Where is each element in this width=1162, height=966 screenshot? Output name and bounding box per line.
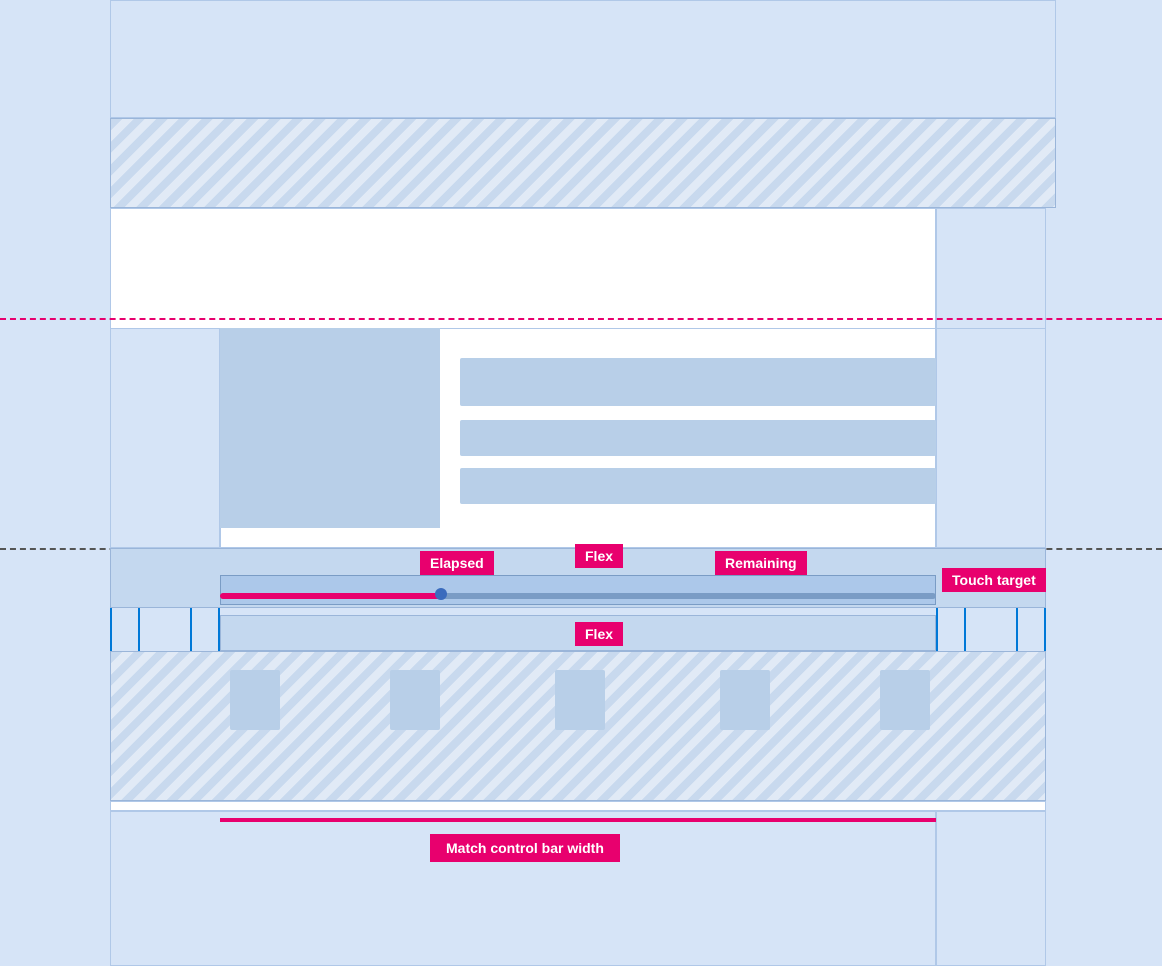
icon-placeholder-5[interactable] — [880, 670, 930, 730]
card-image-placeholder — [220, 328, 440, 528]
match-control-bar — [220, 818, 936, 822]
right-margin-section — [936, 208, 1046, 348]
content-bar-2 — [460, 420, 936, 456]
label-elapsed: Elapsed — [420, 551, 494, 575]
card-left-margin — [110, 328, 220, 548]
bottom-white-bar — [110, 801, 1046, 811]
icon-placeholder-2[interactable] — [390, 670, 440, 730]
pink-dashed-guideline — [0, 318, 1162, 320]
hatched-section-top — [110, 118, 1056, 208]
main-container: E M M E Elapsed Flex Remaining Touch tar… — [0, 0, 1162, 966]
label-flex-bottom: Flex — [575, 622, 623, 646]
content-bar-3 — [460, 468, 936, 504]
progress-thumb[interactable] — [435, 588, 447, 600]
content-bar-1 — [460, 358, 936, 406]
label-touch-target: Touch target — [942, 568, 1046, 592]
white-content-section — [110, 208, 936, 348]
top-section — [110, 0, 1056, 118]
hatched-bg-top — [111, 119, 1055, 207]
icon-placeholder-3[interactable] — [555, 670, 605, 730]
label-remaining: Remaining — [715, 551, 807, 575]
touch-target-bar[interactable] — [220, 575, 936, 605]
icon-placeholder-4[interactable] — [720, 670, 770, 730]
icon-placeholder-1[interactable] — [230, 670, 280, 730]
progress-fill — [220, 593, 440, 599]
card-right-margin — [936, 328, 1046, 548]
label-match-control-bar: Match control bar width — [430, 834, 620, 862]
final-right-section — [936, 811, 1046, 966]
label-flex-top: Flex — [575, 544, 623, 568]
